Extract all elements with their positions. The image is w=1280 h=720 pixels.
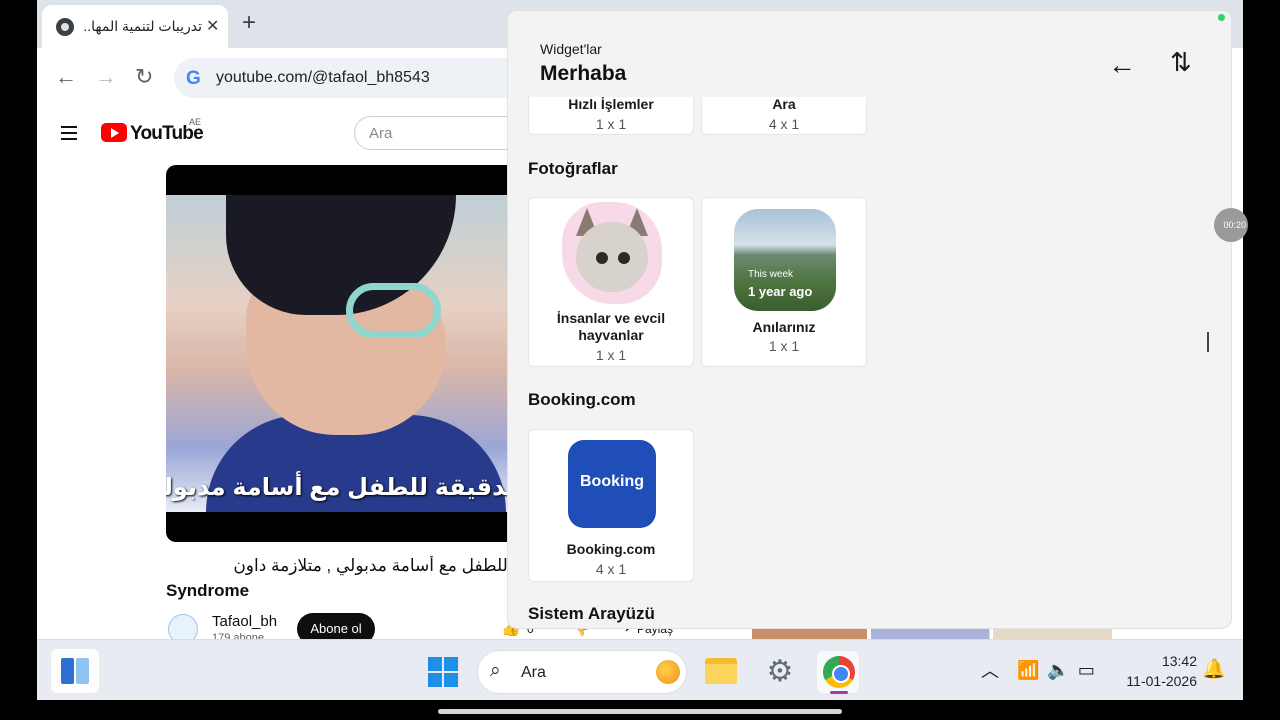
widget-card-size: 4 x 1 bbox=[768, 116, 800, 132]
screen: تدريبات لتنمية المها... ✕ + ← → ↻ G yout… bbox=[37, 0, 1243, 720]
volume-icon[interactable]: 🔈 bbox=[1047, 660, 1077, 680]
search-highlight-icon bbox=[656, 660, 680, 684]
section-title-photos: Fotoğraflar bbox=[528, 159, 618, 178]
forward-arrow-icon[interactable]: → bbox=[95, 64, 117, 90]
taskbar-search-box[interactable]: ⌕ Ara bbox=[477, 650, 687, 694]
widget-card-name: İnsanlar ve evcil hayvanlar bbox=[556, 310, 666, 343]
back-arrow-icon[interactable]: ← bbox=[55, 64, 77, 90]
start-tile bbox=[444, 673, 458, 687]
search-icon: ⌕ bbox=[490, 660, 501, 681]
text-cursor bbox=[1207, 332, 1209, 352]
recording-timer[interactable]: 00:20 bbox=[1214, 208, 1248, 242]
cat-eye bbox=[596, 252, 608, 264]
bell-icon[interactable]: 🔔 bbox=[1202, 657, 1226, 681]
new-tab-plus-icon[interactable]: + bbox=[242, 9, 256, 37]
people-pets-thumbnail bbox=[562, 202, 662, 304]
widgets-title: Merhaba bbox=[540, 62, 627, 85]
chrome-icon[interactable] bbox=[817, 651, 859, 694]
sort-icon[interactable]: ⇅ bbox=[1170, 47, 1192, 78]
tab-title: تدريبات لتنمية المها... bbox=[84, 18, 202, 34]
memories-week: This week bbox=[748, 269, 794, 280]
section-title-booking: Booking.com bbox=[528, 390, 636, 409]
widget-card-people-pets[interactable]: İnsanlar ve evcil hayvanlar 1 x 1 bbox=[528, 197, 694, 367]
cat-head bbox=[576, 222, 648, 292]
youtube-search-placeholder: Ara bbox=[369, 125, 393, 142]
widgets-icon-left bbox=[61, 658, 74, 684]
widgets-panel: Widget'lar Merhaba ← ⇅ Hızlı İşlemler 1 … bbox=[507, 10, 1232, 629]
taskbar: ⌕ Ara ⚙ ︿ 📶🔈▭ 13:42 11-01-2026 🔔 bbox=[37, 639, 1243, 700]
browser-tab[interactable]: تدريبات لتنمية المها... ✕ bbox=[42, 5, 228, 48]
clock-date[interactable]: 11-01-2026 bbox=[1107, 673, 1197, 689]
address-bar[interactable]: G youtube.com/@tafaol_bh8543 bbox=[174, 58, 554, 98]
widget-card-name: Anılarınız bbox=[752, 319, 816, 335]
close-tab-icon[interactable]: ✕ bbox=[206, 16, 219, 36]
taskbar-search-label: Ara bbox=[521, 664, 546, 681]
widget-card-name: Ara bbox=[772, 96, 796, 112]
widget-card-size: 4 x 1 bbox=[595, 561, 627, 577]
booking-logo: Booking bbox=[568, 440, 656, 528]
chevron-up-icon[interactable]: ︿ bbox=[981, 657, 999, 683]
chrome-favicon-icon bbox=[56, 18, 74, 36]
start-tile bbox=[428, 673, 442, 687]
chrome-ring bbox=[823, 656, 855, 688]
clock-time[interactable]: 13:42 bbox=[1117, 653, 1197, 669]
channel-name[interactable]: Tafaol_bh bbox=[212, 613, 277, 630]
google-icon: G bbox=[186, 68, 201, 89]
video-title-line2[interactable]: Syndrome bbox=[166, 581, 249, 601]
system-tray-icons[interactable]: 📶🔈▭ bbox=[1017, 660, 1103, 681]
address-url[interactable]: youtube.com/@tafaol_bh8543 bbox=[216, 69, 430, 87]
wifi-icon[interactable]: 📶 bbox=[1017, 660, 1047, 680]
memories-thumbnail: This week 1 year ago bbox=[734, 209, 836, 311]
widgets-icon-right bbox=[76, 658, 89, 684]
youtube-logo-icon[interactable] bbox=[101, 123, 127, 142]
widgets-subtitle: Widget'lar bbox=[540, 41, 602, 57]
settings-gear-icon[interactable]: ⚙ bbox=[759, 651, 801, 693]
battery-icon[interactable]: ▭ bbox=[1078, 660, 1103, 680]
widget-card-name: Hızlı İşlemler bbox=[568, 96, 654, 112]
windows-start-icon[interactable] bbox=[428, 657, 458, 687]
hamburger-menu-icon[interactable] bbox=[61, 126, 77, 140]
widget-card-booking[interactable]: Booking Booking.com 4 x 1 bbox=[528, 429, 694, 582]
video-glasses bbox=[346, 283, 441, 338]
widget-card-size: 1 x 1 bbox=[595, 116, 627, 132]
home-indicator[interactable] bbox=[438, 709, 842, 714]
widgets-header: Widget'lar Merhaba ← ⇅ bbox=[508, 11, 1231, 97]
booking-logo-text: Booking bbox=[580, 473, 644, 490]
section-title-system-ui: Sistem Arayüzü bbox=[528, 604, 655, 623]
start-tile bbox=[444, 657, 458, 671]
widget-card-size: 1 x 1 bbox=[595, 347, 627, 363]
start-tile bbox=[428, 657, 442, 671]
status-dot bbox=[1218, 14, 1225, 21]
arrow-left-icon[interactable]: ← bbox=[1108, 49, 1136, 81]
widget-card-size: 1 x 1 bbox=[768, 338, 800, 354]
active-app-indicator bbox=[830, 691, 848, 694]
widget-card-name: Booking.com bbox=[566, 541, 656, 557]
youtube-country-code: AE bbox=[189, 117, 202, 127]
memories-ago: 1 year ago bbox=[748, 284, 813, 299]
widgets-button-icon[interactable] bbox=[51, 649, 99, 693]
cat-eye bbox=[618, 252, 630, 264]
reload-icon[interactable]: ↻ bbox=[135, 64, 153, 90]
file-explorer-icon[interactable] bbox=[701, 651, 743, 693]
widget-card-memories[interactable]: This week 1 year ago Anılarınız 1 x 1 bbox=[701, 197, 867, 367]
